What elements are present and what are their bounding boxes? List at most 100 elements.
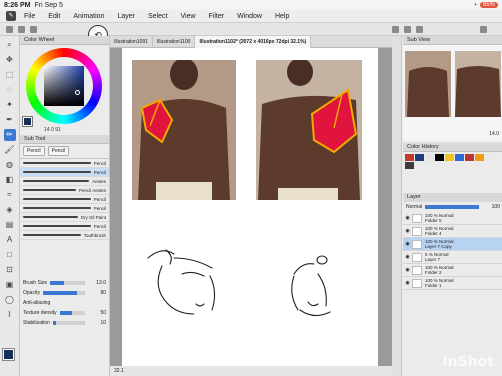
layer-row[interactable]: ◉ 100 % Normal Folder 5 bbox=[403, 212, 502, 225]
menu-animation[interactable]: Animation bbox=[73, 13, 104, 20]
blend-tool-icon[interactable]: ≈ bbox=[4, 189, 16, 201]
brush-item[interactable]: Pencil bbox=[20, 222, 109, 231]
brush-item[interactable]: Pencil bbox=[20, 195, 109, 204]
color-wheel[interactable]: 14 0 91 bbox=[20, 45, 109, 135]
shape-tool-icon[interactable]: □ bbox=[4, 249, 16, 261]
eye-icon[interactable]: ◉ bbox=[403, 267, 412, 273]
ruler-tool-icon[interactable]: ⊡ bbox=[4, 264, 16, 276]
tab-illustration1100[interactable]: Illustration1100 bbox=[153, 35, 196, 48]
sub-view-panel[interactable]: 14.0 bbox=[403, 45, 502, 141]
eye-icon[interactable]: ◉ bbox=[403, 228, 412, 234]
layer-thumbnail bbox=[412, 252, 422, 262]
stabilization-row[interactable]: Stabilization 10 bbox=[20, 318, 109, 328]
antialiasing-row[interactable]: Anti-aliasing bbox=[20, 298, 109, 308]
layer-opacity[interactable]: 100 bbox=[482, 204, 500, 210]
layout-icon[interactable] bbox=[404, 26, 411, 33]
wand-tool-icon[interactable]: ✦ bbox=[4, 99, 16, 111]
eye-icon[interactable]: ◉ bbox=[403, 280, 412, 286]
layer-row-selected[interactable]: ◉ 100 % Normal Layer 7 Copy bbox=[403, 238, 502, 251]
eyedropper-tool-icon[interactable]: ✒ bbox=[4, 114, 16, 126]
opacity-row[interactable]: Opacity 80 bbox=[20, 288, 109, 298]
menu-select[interactable]: Select bbox=[148, 13, 167, 20]
menu-edit[interactable]: Edit bbox=[48, 13, 60, 20]
history-swatch[interactable] bbox=[405, 162, 414, 169]
redo-icon[interactable] bbox=[30, 26, 37, 33]
text-tool-icon[interactable]: A bbox=[4, 234, 16, 246]
airbrush-tool-icon[interactable]: ◍ bbox=[4, 159, 16, 171]
sub-tool-header: Sub Tool bbox=[20, 135, 109, 144]
history-swatch[interactable] bbox=[475, 154, 484, 161]
brush-item[interactable]: Dry Oil Paint bbox=[20, 213, 109, 222]
texture-density-row[interactable]: Texture density 50 bbox=[20, 308, 109, 318]
layer-blend-row[interactable]: Normal 100 bbox=[403, 202, 502, 212]
layer-panel-header: Layer bbox=[403, 193, 502, 202]
current-color-swatch[interactable] bbox=[22, 116, 33, 127]
history-swatch[interactable] bbox=[485, 154, 494, 161]
brush-item[interactable]: Toothbrush bbox=[20, 231, 109, 240]
layer-row[interactable]: ◉ 100 % Normal Folder 2 bbox=[403, 264, 502, 277]
reference-photo-side bbox=[256, 60, 362, 200]
tab-illustration1102[interactable]: Illustration1102* (3072 x 4016px 72dpi 3… bbox=[195, 35, 312, 48]
eye-icon[interactable]: ◉ bbox=[403, 254, 412, 260]
history-swatch[interactable] bbox=[425, 154, 434, 161]
undo-icon[interactable] bbox=[18, 26, 25, 33]
correction-tool-icon[interactable]: ⌇ bbox=[4, 309, 16, 321]
canvas-area[interactable] bbox=[110, 48, 392, 366]
menu-filter[interactable]: Filter bbox=[209, 13, 225, 20]
select-tool-icon[interactable]: ⬚ bbox=[4, 69, 16, 81]
layer-row[interactable]: ◉ 5 % Normal Layer 7 bbox=[403, 251, 502, 264]
more-icon[interactable] bbox=[480, 26, 487, 33]
subtool-tab-pencil-2[interactable]: Pencil bbox=[47, 146, 70, 156]
right-panel: Sub View 14.0 Color History Layer Normal… bbox=[392, 36, 502, 376]
menu-window[interactable]: Window bbox=[237, 13, 262, 20]
frame-tool-icon[interactable]: ▣ bbox=[4, 279, 16, 291]
brush-size-row[interactable]: Brush Size 13.0 bbox=[20, 278, 109, 288]
zoom-tool-icon[interactable]: ⌕ bbox=[4, 39, 16, 51]
menu-file[interactable]: File bbox=[24, 13, 35, 20]
brush-tool-icon[interactable]: 🖌 bbox=[4, 144, 16, 156]
menu-help[interactable]: Help bbox=[275, 13, 289, 20]
fill-tool-icon[interactable]: ◈ bbox=[4, 204, 16, 216]
reference-photo-front-drawing bbox=[132, 60, 236, 200]
layer-blend-mode[interactable]: Normal bbox=[406, 204, 422, 210]
history-swatch[interactable] bbox=[435, 154, 444, 161]
lasso-tool-icon[interactable]: ◌ bbox=[4, 84, 16, 96]
settings-icon[interactable] bbox=[392, 26, 399, 33]
gradient-tool-icon[interactable]: ▤ bbox=[4, 219, 16, 231]
brush-item[interactable]: Pencil bbox=[20, 159, 109, 168]
canvas-status-bar: 32.1 bbox=[110, 366, 392, 376]
balloon-tool-icon[interactable]: ◯ bbox=[4, 294, 16, 306]
layer-thumbnail bbox=[412, 239, 422, 249]
history-swatch[interactable] bbox=[445, 154, 454, 161]
eye-icon[interactable]: ◉ bbox=[403, 241, 412, 247]
color-history-swatches[interactable] bbox=[403, 152, 502, 171]
eye-icon[interactable]: ◉ bbox=[403, 215, 412, 221]
pencil-tool-icon[interactable]: ✏ bbox=[3, 129, 16, 141]
move-tool-icon[interactable]: ✥ bbox=[4, 54, 16, 66]
brush-item[interactable]: Pencil bbox=[20, 204, 109, 213]
history-swatch[interactable] bbox=[465, 154, 474, 161]
history-swatch[interactable] bbox=[455, 154, 464, 161]
app-logo-icon[interactable]: ✎ bbox=[6, 11, 16, 21]
layer-row[interactable]: ◉ 100 % Normal Folder 1 bbox=[403, 277, 502, 290]
color-picker-handle[interactable] bbox=[75, 90, 80, 95]
subtool-tab-pencil[interactable]: Pencil bbox=[23, 146, 45, 156]
tab-illustration1091[interactable]: Illustration1091 bbox=[110, 35, 153, 48]
main-color-swatch[interactable] bbox=[2, 348, 15, 361]
brush-item[interactable]: Aestes bbox=[20, 177, 109, 186]
zoom-readout[interactable]: 32.1 bbox=[114, 368, 124, 374]
eraser-tool-icon[interactable]: ◧ bbox=[4, 174, 16, 186]
history-swatch[interactable] bbox=[405, 154, 414, 161]
home-icon[interactable] bbox=[6, 26, 13, 33]
brush-item-selected[interactable]: Pencil bbox=[20, 168, 109, 177]
history-swatch[interactable] bbox=[415, 154, 424, 161]
menu-layer[interactable]: Layer bbox=[117, 13, 135, 20]
layer-row[interactable]: ◉ 100 % Normal Folder 4 bbox=[403, 225, 502, 238]
saturation-square[interactable] bbox=[44, 66, 84, 106]
brush-item[interactable]: Pencil Aestes bbox=[20, 186, 109, 195]
menu-view[interactable]: View bbox=[180, 13, 195, 20]
sub-view-zoom[interactable]: 14.0 bbox=[489, 131, 499, 137]
battery-badge: 65% bbox=[479, 2, 498, 8]
share-icon[interactable] bbox=[416, 26, 423, 33]
canvas-paper[interactable] bbox=[122, 48, 378, 366]
